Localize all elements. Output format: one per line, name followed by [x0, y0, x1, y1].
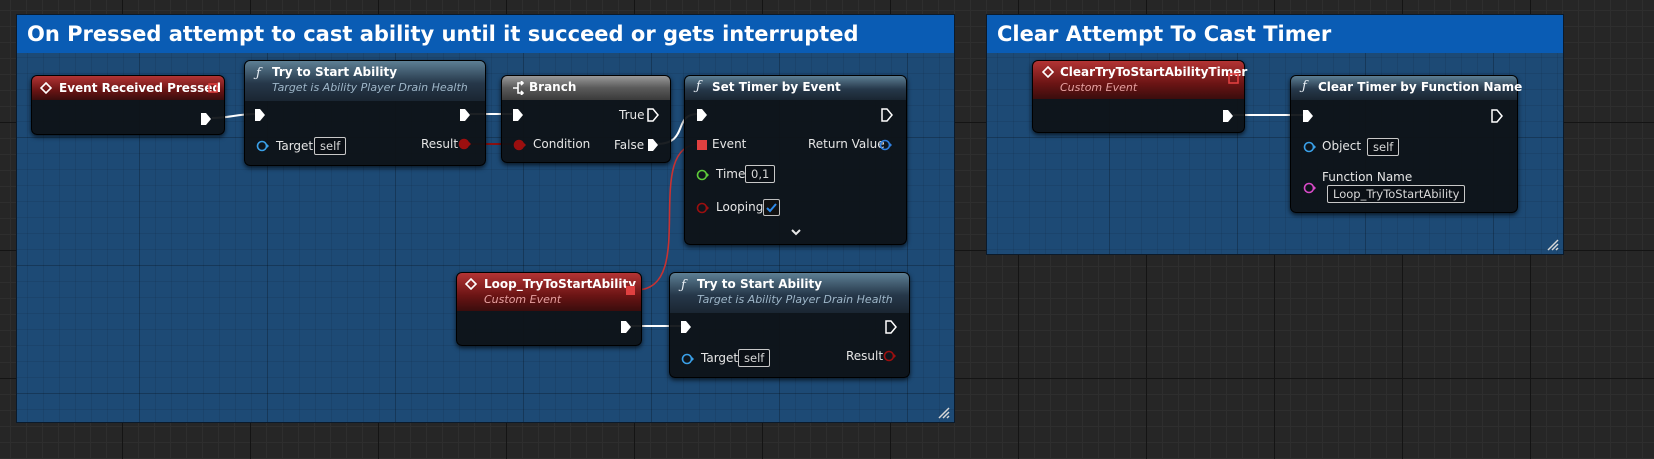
- exec-in-pin[interactable]: [254, 108, 266, 122]
- exec-in-pin[interactable]: [696, 108, 708, 122]
- bool-in-pin[interactable]: [513, 139, 527, 151]
- exec-in-pin[interactable]: [512, 108, 524, 122]
- true-label: True: [619, 108, 645, 122]
- float-in-pin[interactable]: [696, 169, 710, 181]
- event-label: Event: [712, 137, 747, 151]
- exec-out-pin-false[interactable]: [647, 138, 659, 152]
- event-diamond-icon: [465, 278, 477, 290]
- function-f-icon: ƒ: [256, 66, 261, 81]
- node-title: Event Received Pressed: [59, 81, 221, 95]
- result-label: Result: [421, 137, 459, 151]
- time-label: Time: [716, 167, 746, 181]
- node-title: Loop_TryToStartAbility: [484, 277, 637, 291]
- function-name-label: Function Name: [1322, 170, 1413, 184]
- object-in-pin[interactable]: [681, 353, 695, 365]
- node-clear-custom-event[interactable]: ClearTryToStartAbilityTimer Custom Event: [1032, 60, 1248, 133]
- exec-out-pin[interactable]: [620, 320, 632, 334]
- result-label: Result: [846, 349, 884, 363]
- chevron-down-icon[interactable]: [790, 228, 802, 238]
- node-try-start-ability-2[interactable]: ƒ Try to Start Ability Target is Ability…: [669, 272, 910, 378]
- node-title: Branch: [529, 80, 577, 94]
- bool-out-pin[interactable]: [883, 350, 897, 362]
- node-subtitle: Custom Event: [1060, 81, 1138, 94]
- function-name-input[interactable]: Loop_TryToStartAbility: [1327, 185, 1466, 203]
- node-try-start-ability[interactable]: ƒ Try to Start Ability Target is Ability…: [244, 60, 486, 166]
- object-label: Object: [1322, 139, 1362, 153]
- object-in-pin[interactable]: [1303, 141, 1317, 153]
- exec-out-pin-true[interactable]: [647, 108, 659, 122]
- node-subtitle: Custom Event: [484, 293, 562, 306]
- bool-in-pin[interactable]: [696, 202, 710, 214]
- exec-out-pin[interactable]: [459, 108, 471, 122]
- exec-in-pin[interactable]: [1302, 109, 1314, 123]
- event-diamond-icon: [1042, 66, 1054, 78]
- looping-checkbox[interactable]: [763, 199, 780, 216]
- exec-out-pin[interactable]: [1491, 109, 1503, 123]
- exec-in-pin[interactable]: [680, 320, 692, 334]
- node-clear-timer-by-function-name[interactable]: ƒ Clear Timer by Function Name Object se…: [1290, 75, 1522, 213]
- object-in-pin[interactable]: [256, 140, 270, 152]
- exec-out-pin[interactable]: [1222, 109, 1234, 123]
- node-subtitle: Target is Ability Player Drain Health: [272, 81, 468, 94]
- exec-out-pin[interactable]: [200, 112, 212, 126]
- node-subtitle: Target is Ability Player Drain Health: [697, 293, 893, 306]
- function-f-icon: ƒ: [696, 79, 701, 94]
- looping-label: Looping: [716, 200, 764, 214]
- node-title: Try to Start Ability: [697, 277, 823, 291]
- false-label: False: [614, 138, 645, 152]
- time-input[interactable]: 0,1: [745, 165, 776, 183]
- delegate-pin[interactable]: [208, 83, 218, 93]
- node-title: Clear Timer by Function Name: [1318, 80, 1523, 94]
- bool-out-pin[interactable]: [458, 138, 472, 150]
- exec-out-pin[interactable]: [885, 320, 897, 334]
- node-title: Set Timer by Event: [712, 80, 841, 94]
- event-diamond-icon: [40, 82, 52, 94]
- branch-icon: [513, 81, 525, 95]
- target-input[interactable]: self: [738, 349, 771, 367]
- target-label: Target: [276, 139, 314, 153]
- exec-out-pin[interactable]: [881, 108, 893, 122]
- delegate-pin[interactable]: [1228, 73, 1239, 84]
- delegate-in-pin[interactable]: [696, 139, 708, 151]
- node-set-timer-by-event[interactable]: ƒ Set Timer by Event Event Return Value …: [684, 75, 907, 245]
- object-input[interactable]: self: [1367, 138, 1400, 156]
- function-f-icon: ƒ: [681, 278, 686, 293]
- node-branch[interactable]: Branch True Condition False: [501, 75, 671, 163]
- node-event-received-pressed[interactable]: Event Received Pressed: [31, 75, 225, 135]
- name-in-pin[interactable]: [1303, 182, 1317, 194]
- node-loop-custom-event[interactable]: Loop_TryToStartAbility Custom Event: [456, 272, 642, 346]
- function-f-icon: ƒ: [1302, 79, 1307, 94]
- target-label: Target: [701, 351, 739, 365]
- handle-out-pin[interactable]: [879, 139, 893, 151]
- node-title: Try to Start Ability: [272, 65, 398, 79]
- condition-label: Condition: [533, 137, 591, 151]
- return-value-label: Return Value: [808, 137, 885, 151]
- delegate-pin[interactable]: [625, 285, 636, 296]
- node-title: ClearTryToStartAbilityTimer: [1060, 65, 1248, 79]
- target-input[interactable]: self: [314, 137, 347, 155]
- checkmark-icon: [766, 203, 777, 213]
